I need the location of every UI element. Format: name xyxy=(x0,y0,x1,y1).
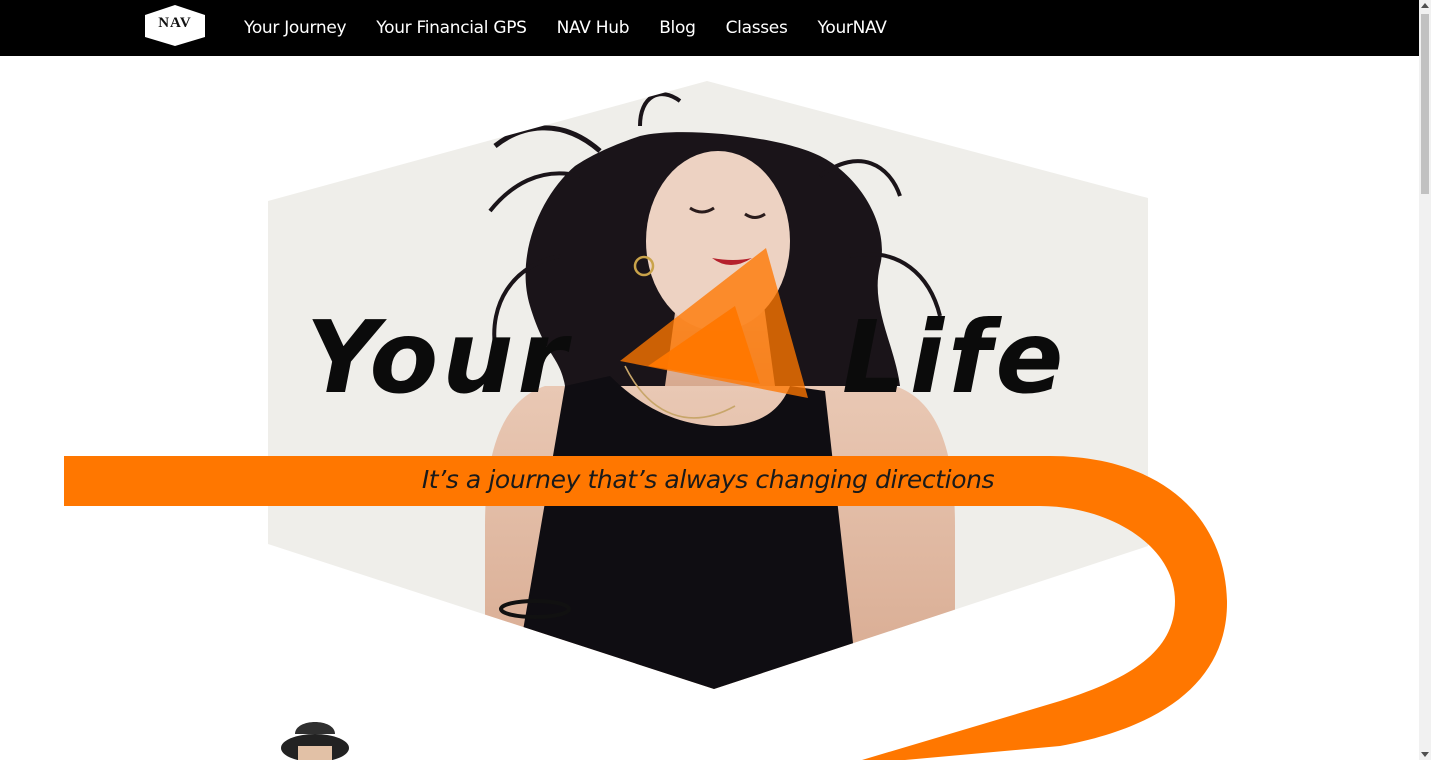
top-navbar: NAV Your Journey Your Financial GPS NAV … xyxy=(0,0,1419,56)
hero-tagline: It’s a journey that’s always changing di… xyxy=(421,465,995,494)
nav-item-your-journey[interactable]: Your Journey xyxy=(244,18,347,38)
hero-section: Your Life It’s a journey that’s always c… xyxy=(0,56,1419,760)
hero-headline-right: Life xyxy=(842,299,1068,416)
nav-item-yournav[interactable]: YourNAV xyxy=(818,18,887,38)
nav-logo[interactable]: NAV xyxy=(144,4,206,46)
nav-item-blog[interactable]: Blog xyxy=(659,18,696,38)
page-scrollbar[interactable] xyxy=(1419,0,1431,760)
nav-item-nav-hub[interactable]: NAV Hub xyxy=(557,18,630,38)
main-nav: Your Journey Your Financial GPS NAV Hub … xyxy=(244,0,917,56)
logo-text: NAV xyxy=(158,15,192,31)
nav-item-classes[interactable]: Classes xyxy=(726,18,788,38)
scroll-up-icon[interactable] xyxy=(1421,3,1429,8)
hero-graphic xyxy=(64,81,1228,760)
scroll-thumb[interactable] xyxy=(1421,14,1429,194)
scroll-down-icon[interactable] xyxy=(1421,752,1429,757)
hero-headline-left: Your xyxy=(306,299,571,416)
nav-item-financial-gps[interactable]: Your Financial GPS xyxy=(376,18,527,38)
hat-person-avatar xyxy=(281,722,349,760)
